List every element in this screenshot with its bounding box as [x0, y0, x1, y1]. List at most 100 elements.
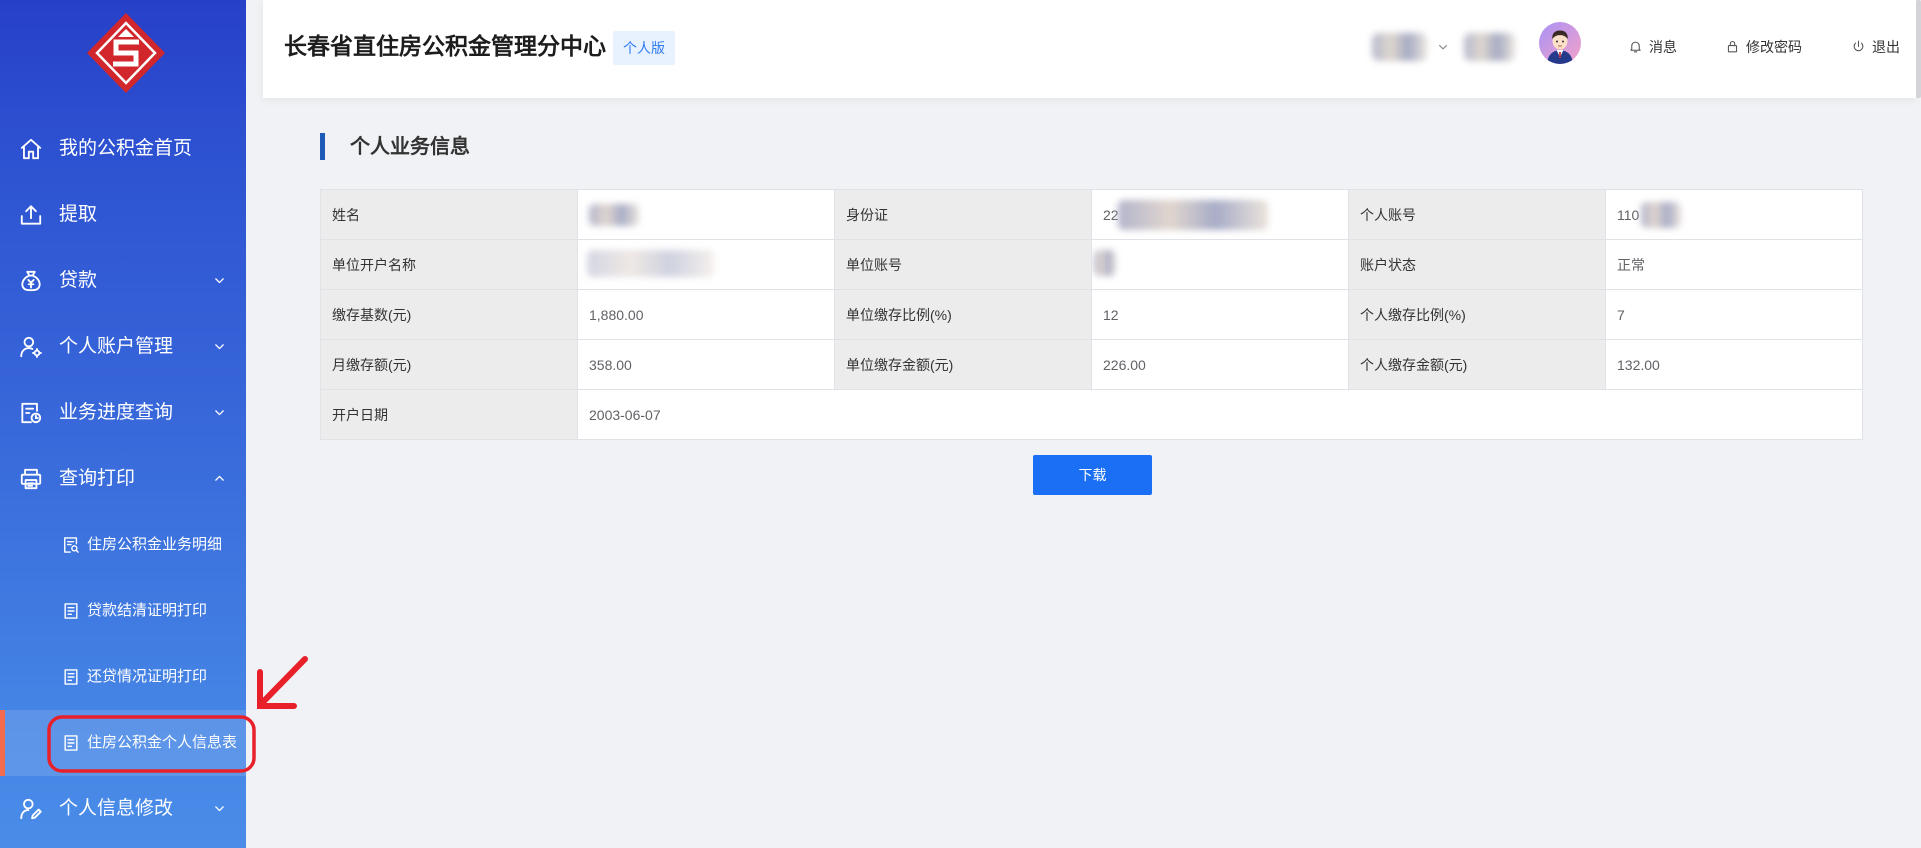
sidebar-item-label: 个人信息修改: [59, 798, 174, 819]
info-label: 单位开户名称: [320, 239, 578, 290]
document-clock-icon: [18, 400, 44, 426]
sidebar-subitem-label: 还贷情况证明打印: [87, 668, 208, 685]
info-label: 姓名: [320, 189, 578, 240]
change-password-button[interactable]: 修改密码: [1725, 0, 1802, 93]
info-label: 单位缴存金额(元): [834, 339, 1092, 390]
personal-info-table: 姓名 身份证 22 个人账号 110 单位开户名称 单位账号 账户状态 正常 缴…: [320, 189, 1863, 440]
info-label: 个人缴存金额(元): [1348, 339, 1606, 390]
sidebar-item-query-print[interactable]: 查询打印: [0, 446, 246, 512]
power-icon: [1851, 39, 1866, 54]
redacted-blur: [1118, 200, 1268, 230]
sidebar-subitem-label: 住房公积金业务明细: [87, 536, 223, 553]
info-value: 22: [1103, 206, 1119, 223]
printer-icon: [18, 466, 44, 492]
info-label: 单位缴存比例(%): [834, 289, 1092, 340]
red-arrow-icon: [257, 656, 308, 709]
sidebar-item-label: 查询打印: [59, 468, 136, 489]
sidebar-item-progress-query[interactable]: 业务进度查询: [0, 380, 246, 446]
document-icon: [61, 667, 81, 687]
redacted-blur: [587, 250, 714, 277]
redacted-blur: [589, 204, 639, 226]
redacted-blur: [1641, 202, 1681, 228]
sidebar-item-label: 贷款: [59, 270, 98, 291]
sidebar-item-home[interactable]: 我的公积金首页: [0, 116, 246, 182]
document-icon: [61, 601, 81, 621]
sidebar-menu: 我的公积金首页 提取 贷款 个人账户管理 业务进度查询 查询打印 住房公积金业务…: [0, 116, 246, 842]
info-cell: 22: [1091, 189, 1349, 240]
table-row: 月缴存额(元) 358.00 单位缴存金额(元) 226.00 个人缴存金额(元…: [320, 339, 1863, 390]
lock-icon: [1725, 39, 1740, 54]
app-title: 长春省直住房公积金管理分中心: [284, 33, 606, 59]
sidebar-subitem-loan-clearance-print[interactable]: 贷款结清证明打印: [0, 578, 246, 644]
sidebar-item-label: 个人账户管理: [59, 336, 174, 357]
logout-label: 退出: [1872, 38, 1900, 55]
info-label: 个人缴存比例(%): [1348, 289, 1606, 340]
info-value: 正常: [1605, 239, 1863, 290]
info-label: 单位账号: [834, 239, 1092, 290]
chevron-up-icon: [213, 472, 226, 485]
user-edit-icon: [18, 796, 44, 822]
logout-button[interactable]: 退出: [1851, 0, 1900, 93]
chevron-down-icon[interactable]: [1437, 41, 1449, 53]
document-icon: [61, 733, 81, 753]
sidebar: 我的公积金首页 提取 贷款 个人账户管理 业务进度查询 查询打印 住房公积金业务…: [0, 0, 246, 848]
messages-button[interactable]: 消息: [1628, 0, 1677, 93]
info-cell: [577, 189, 835, 240]
redacted-blur: [1094, 250, 1116, 276]
housing-fund-logo-icon[interactable]: [86, 12, 166, 94]
info-value: 7: [1605, 289, 1863, 340]
chevron-down-icon: [213, 802, 226, 815]
top-header: 长春省直住房公积金管理分中心 个人版 消息 修改密码 退出: [263, 0, 1916, 98]
avatar-icon[interactable]: [1539, 22, 1581, 64]
info-value: 2003-06-07: [577, 389, 1863, 440]
info-value: 132.00: [1605, 339, 1863, 390]
info-label: 缴存基数(元): [320, 289, 578, 340]
info-cell: [577, 239, 835, 290]
sidebar-item-loan[interactable]: 贷款: [0, 248, 246, 314]
download-button[interactable]: 下载: [1033, 455, 1152, 495]
upload-icon: [18, 202, 44, 228]
chevron-down-icon: [213, 406, 226, 419]
info-cell: 110: [1605, 189, 1863, 240]
table-row: 缴存基数(元) 1,880.00 单位缴存比例(%) 12 个人缴存比例(%) …: [320, 289, 1863, 340]
info-value: 110: [1617, 206, 1640, 223]
table-row: 单位开户名称 单位账号 账户状态 正常: [320, 239, 1863, 290]
sidebar-item-label: 我的公积金首页: [59, 138, 193, 159]
sidebar-item-withdraw[interactable]: 提取: [0, 182, 246, 248]
info-label: 身份证: [834, 189, 1092, 240]
sidebar-subitem-repayment-status-print[interactable]: 还贷情况证明打印: [0, 644, 246, 710]
info-value: 358.00: [577, 339, 835, 390]
info-label: 开户日期: [320, 389, 578, 440]
sidebar-subitem-fund-details[interactable]: 住房公积金业务明细: [0, 512, 246, 578]
chevron-down-icon: [213, 340, 226, 353]
sidebar-subitem-label: 贷款结清证明打印: [87, 602, 208, 619]
scrollbar-thumb[interactable]: [1916, 0, 1921, 98]
info-label: 个人账号: [1348, 189, 1606, 240]
user-name-dropdown[interactable]: [1372, 33, 1427, 61]
sidebar-item-label: 提取: [59, 204, 98, 225]
sidebar-subitem-personal-info-sheet[interactable]: 住房公积金个人信息表: [0, 710, 246, 776]
sidebar-item-label: 业务进度查询: [59, 402, 174, 423]
sidebar-subitem-label: 住房公积金个人信息表: [87, 734, 238, 751]
sidebar-item-personal-info-edit[interactable]: 个人信息修改: [0, 776, 246, 842]
info-value: 12: [1091, 289, 1349, 340]
document-search-icon: [61, 535, 81, 555]
info-cell: [1091, 239, 1349, 290]
bell-icon: [1628, 39, 1643, 54]
info-value: 226.00: [1091, 339, 1349, 390]
table-row: 姓名 身份证 22 个人账号 110: [320, 189, 1863, 240]
redacted-blur: [1464, 33, 1515, 61]
messages-label: 消息: [1649, 38, 1677, 55]
info-label: 月缴存额(元): [320, 339, 578, 390]
info-label: 账户状态: [1348, 239, 1606, 290]
section-title: 个人业务信息: [350, 136, 470, 158]
sidebar-item-account-management[interactable]: 个人账户管理: [0, 314, 246, 380]
home-icon: [18, 136, 44, 162]
info-value: 1,880.00: [577, 289, 835, 340]
loan-bag-icon: [18, 268, 44, 294]
table-row: 开户日期 2003-06-07: [320, 389, 1863, 440]
section-title-bar: [320, 133, 325, 160]
active-indicator: [0, 710, 5, 776]
user-settings-icon: [18, 334, 44, 360]
edition-badge: 个人版: [613, 31, 675, 65]
